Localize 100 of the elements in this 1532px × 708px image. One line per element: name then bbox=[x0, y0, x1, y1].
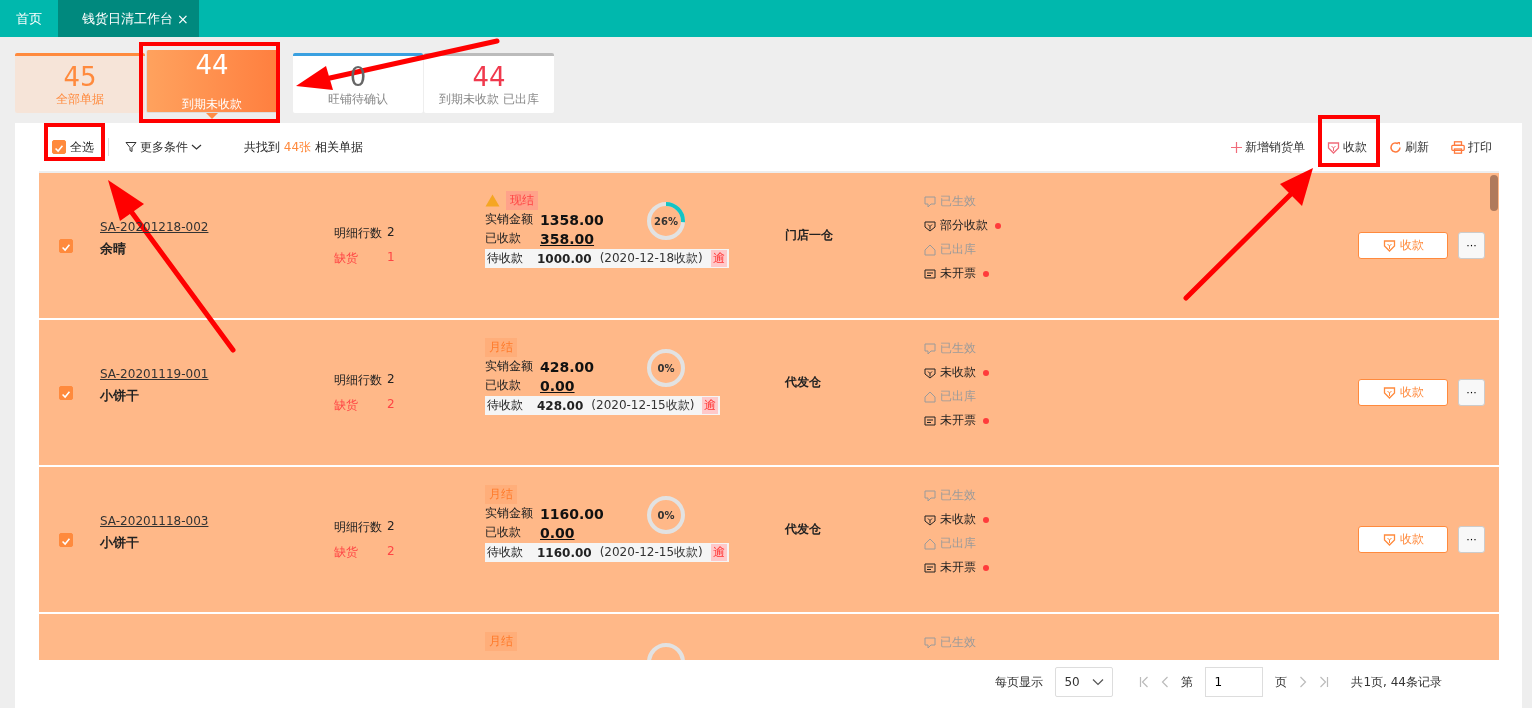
close-icon[interactable]: × bbox=[177, 10, 189, 27]
more-options-button[interactable]: ··· bbox=[1458, 379, 1485, 406]
page-number-field[interactable]: 1 bbox=[1205, 667, 1264, 697]
card-label: 旺铺待确认 bbox=[328, 92, 388, 107]
received-label: 已收款 bbox=[485, 377, 522, 394]
pending-amount: 1000.00 bbox=[537, 251, 592, 266]
status-item: 已出库 bbox=[924, 241, 1124, 258]
checkbox-icon[interactable] bbox=[52, 140, 66, 154]
card-label: 全部单据 bbox=[56, 92, 104, 107]
shield-icon bbox=[924, 366, 936, 379]
annotation-frame bbox=[1318, 115, 1380, 167]
detail-count-value: 2 bbox=[387, 224, 395, 241]
alert-dot bbox=[983, 270, 989, 277]
alert-dot bbox=[983, 417, 989, 424]
alert-dot bbox=[983, 516, 989, 523]
scrollbar-thumb[interactable] bbox=[1490, 175, 1498, 211]
page-size-label: 每页显示 bbox=[995, 673, 1044, 691]
amount-value: 1160.00 bbox=[540, 505, 604, 522]
refresh-button[interactable]: 刷新 bbox=[1389, 138, 1429, 156]
status-item: 已出库 bbox=[924, 388, 1124, 405]
plus-icon bbox=[1231, 141, 1242, 153]
progress-ring bbox=[645, 347, 687, 389]
new-order-button[interactable]: 新增销货单 bbox=[1231, 138, 1305, 156]
shortage-value: 2 bbox=[387, 396, 395, 413]
count-number: 44 bbox=[195, 50, 229, 80]
shortage-label: 缺货 bbox=[334, 249, 359, 267]
shortage-value: 2 bbox=[387, 543, 395, 560]
count-number: 44 bbox=[472, 62, 506, 92]
detail-count-label: 明细行数 bbox=[334, 371, 382, 389]
chevron-down-icon bbox=[1092, 678, 1105, 686]
warehouse-name: 门店一仓 bbox=[785, 227, 833, 244]
nav-tab[interactable]: 钱货日清工作台 × bbox=[58, 0, 199, 37]
more-options-button[interactable]: ··· bbox=[1458, 526, 1485, 553]
status-item: 未开票 bbox=[924, 412, 1124, 429]
printer-icon bbox=[1451, 140, 1465, 154]
row-checkbox[interactable] bbox=[59, 385, 73, 400]
detail-count-value: 2 bbox=[387, 518, 395, 535]
received-label: 已收款 bbox=[485, 524, 522, 541]
status-item: 已生效 bbox=[924, 193, 1124, 210]
warning-icon bbox=[485, 193, 500, 207]
card-label: 到期未收款 bbox=[182, 97, 242, 112]
shortage-label: 缺货 bbox=[334, 396, 359, 414]
shield-icon bbox=[924, 513, 936, 526]
page-prefix: 第 bbox=[1181, 673, 1194, 691]
pending-amount: 428.00 bbox=[537, 398, 584, 413]
progress-percent: 0% bbox=[657, 362, 675, 374]
page-size-select[interactable]: 50 bbox=[1055, 667, 1114, 697]
settlement-tag: 月结 bbox=[485, 484, 517, 504]
print-button[interactable]: 打印 bbox=[1451, 138, 1492, 156]
stat-card[interactable]: 44 到期未收款 已出库 bbox=[424, 53, 554, 113]
house-icon bbox=[924, 537, 936, 550]
pending-label: 待收款 bbox=[487, 544, 523, 561]
first-page-icon[interactable] bbox=[1139, 676, 1150, 688]
detail-count-label: 明细行数 bbox=[334, 224, 382, 242]
alert-dot bbox=[995, 222, 1001, 229]
count-number: 45 bbox=[63, 62, 97, 92]
row-checkbox[interactable] bbox=[59, 238, 73, 253]
more-options-button[interactable]: ··· bbox=[1458, 232, 1485, 259]
order-number-link[interactable]: SA-20201118-003 bbox=[100, 513, 321, 528]
status-item: 未收款 bbox=[924, 511, 1124, 528]
due-date: (2020-12-15收款) bbox=[599, 544, 703, 561]
pending-amount: 1160.00 bbox=[537, 545, 592, 560]
amount-label: 实销金额 bbox=[485, 211, 534, 228]
customer-name: 余晴 bbox=[100, 239, 127, 258]
received-amount-link[interactable]: 358.00 bbox=[540, 230, 595, 247]
select-all-checkbox[interactable]: 全选 bbox=[52, 138, 94, 156]
warehouse-name: 代发仓 bbox=[785, 521, 821, 538]
amount-label: 实销金额 bbox=[485, 505, 534, 522]
next-page-icon[interactable] bbox=[1299, 676, 1308, 688]
order-number-link[interactable]: SA-20201119-001 bbox=[100, 366, 321, 381]
status-item: 部分收款 bbox=[924, 217, 1124, 234]
amount-value: 1358.00 bbox=[540, 211, 604, 228]
overdue-tag: 逾 bbox=[710, 250, 727, 267]
settlement-tag: 月结 bbox=[485, 631, 517, 651]
status-item: 未开票 bbox=[924, 265, 1124, 282]
previous-page-icon[interactable] bbox=[1161, 676, 1170, 688]
collect-payment-button[interactable]: 收款 bbox=[1327, 138, 1367, 156]
house-icon bbox=[924, 243, 936, 256]
overdue-tag: 逾 bbox=[702, 397, 719, 414]
settlement-tag: 现结 bbox=[506, 190, 538, 210]
status-item: 未开票 bbox=[924, 559, 1124, 576]
received-label: 已收款 bbox=[485, 230, 522, 247]
amount-label: 实销金额 bbox=[485, 358, 534, 375]
warehouse-name: 代发仓 bbox=[785, 374, 821, 391]
pending-label: 待收款 bbox=[487, 397, 523, 414]
settlement-tag: 月结 bbox=[485, 337, 517, 357]
annotation-frame bbox=[44, 123, 105, 161]
row-checkbox[interactable] bbox=[59, 532, 73, 547]
shield-icon bbox=[1382, 386, 1396, 399]
last-page-icon[interactable] bbox=[1319, 676, 1330, 688]
status-item: 已生效 bbox=[924, 634, 1124, 651]
status-item: 已出库 bbox=[924, 535, 1124, 552]
due-date: (2020-12-18收款) bbox=[599, 250, 703, 267]
received-amount-link[interactable]: 0.00 bbox=[540, 377, 575, 394]
received-amount-link[interactable]: 0.00 bbox=[540, 524, 575, 541]
progress-percent: 26% bbox=[654, 215, 678, 227]
detail-count-value: 2 bbox=[387, 371, 395, 388]
card-label: 到期未收款 已出库 bbox=[439, 92, 539, 107]
receipt-icon bbox=[924, 414, 936, 427]
more-filters-button[interactable]: 更多条件 bbox=[125, 138, 202, 156]
